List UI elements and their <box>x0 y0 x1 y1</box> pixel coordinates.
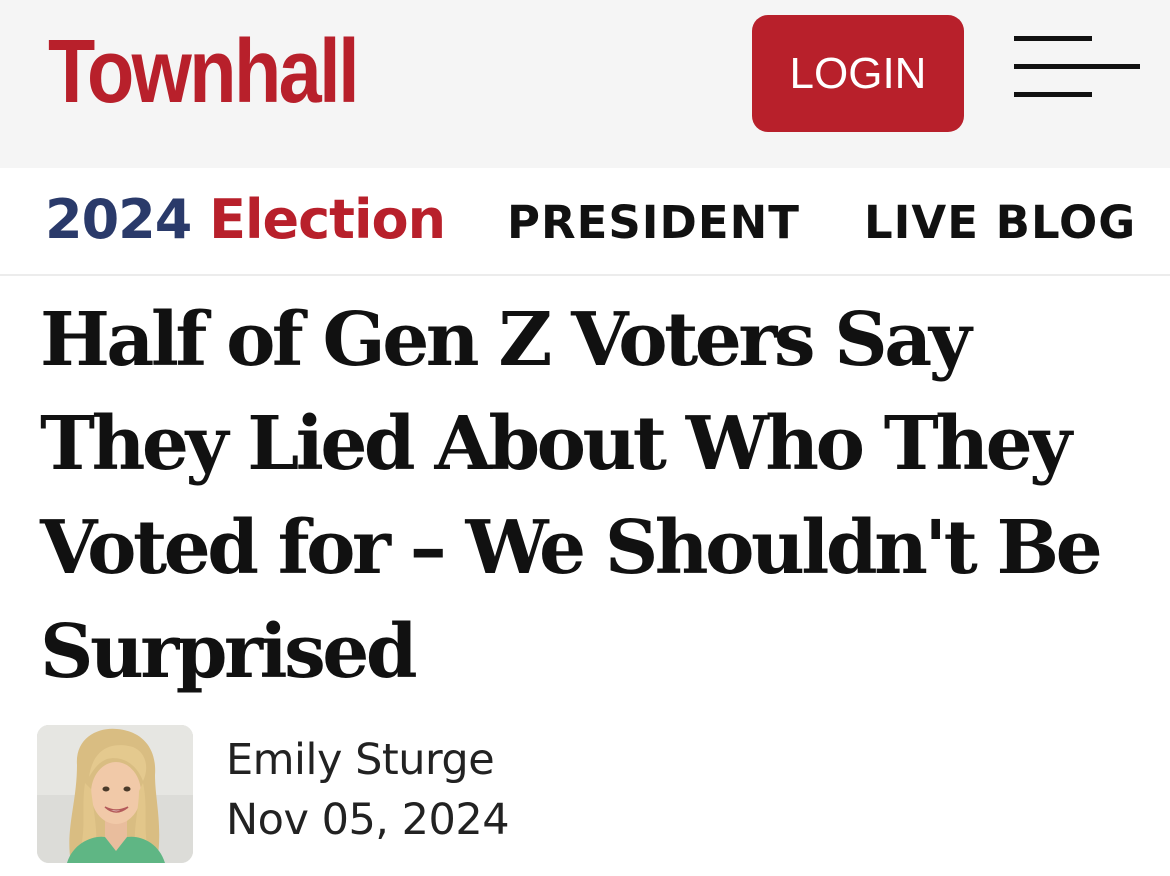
author-photo <box>37 725 193 863</box>
top-header-bar: Townhall LOGIN <box>0 0 1170 168</box>
login-button[interactable]: LOGIN <box>752 15 964 132</box>
section-nav: 2024 Election PRESIDENT LIVE BLOG <box>0 168 1170 276</box>
section-title-word: Election <box>209 188 446 251</box>
site-logo[interactable]: Townhall <box>48 22 360 122</box>
nav-link-live-blog[interactable]: LIVE BLOG <box>864 198 1136 248</box>
section-title[interactable]: 2024 Election <box>45 188 446 251</box>
menu-line <box>1014 36 1092 41</box>
hamburger-menu-icon[interactable] <box>1014 36 1140 100</box>
author-name[interactable]: Emily Sturge <box>226 734 495 786</box>
nav-link-president[interactable]: PRESIDENT <box>507 198 800 248</box>
article-headline: Half of Gen Z Voters Say They Lied About… <box>40 297 1103 695</box>
menu-line <box>1014 64 1140 69</box>
publish-date: Nov 05, 2024 <box>226 795 510 845</box>
menu-line <box>1014 92 1092 97</box>
section-title-year: 2024 <box>45 188 192 251</box>
author-avatar[interactable] <box>37 725 193 863</box>
